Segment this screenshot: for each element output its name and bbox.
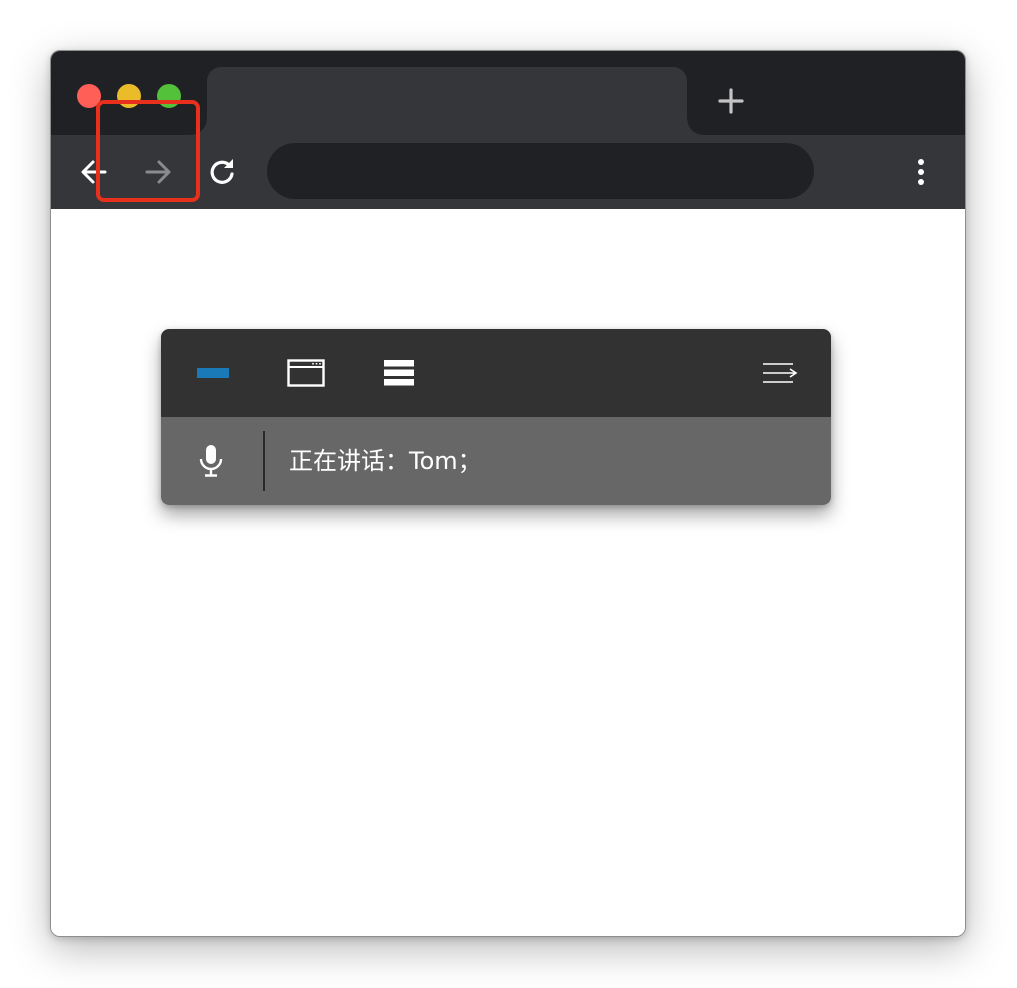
minimize-window-button[interactable]	[117, 84, 141, 108]
browser-tab[interactable]	[191, 67, 703, 135]
window-icon	[287, 359, 325, 387]
new-tab-button[interactable]	[715, 85, 747, 117]
panel-status-bar: 正在讲话：Tom；	[161, 417, 831, 505]
reload-button[interactable]	[206, 155, 240, 189]
page-content: 正在讲话：Tom；	[51, 209, 965, 936]
minimize-icon	[197, 368, 229, 378]
list-icon	[384, 360, 414, 386]
speaking-status-text: 正在讲话：Tom；	[289, 447, 482, 475]
plus-icon	[718, 88, 744, 114]
more-vertical-icon	[918, 159, 924, 185]
panel-toolbar	[161, 329, 831, 417]
back-button[interactable]	[77, 155, 111, 189]
arrow-right-icon	[145, 160, 171, 184]
collapse-menu-button[interactable]	[757, 351, 803, 395]
list-mode-button[interactable]	[376, 351, 422, 395]
reload-icon	[210, 159, 234, 184]
close-window-button[interactable]	[77, 84, 101, 108]
browser-menu-button[interactable]	[911, 155, 931, 189]
floating-meeting-panel: 正在讲话：Tom；	[161, 329, 831, 505]
collapse-menu-icon	[763, 363, 798, 383]
browser-window: 正在讲话：Tom；	[50, 50, 966, 937]
maximize-window-button[interactable]	[157, 84, 181, 108]
tab-bar	[51, 51, 965, 135]
status-divider	[263, 431, 265, 491]
browser-toolbar	[51, 135, 965, 209]
microphone-button[interactable]	[191, 441, 231, 481]
forward-button[interactable]	[141, 155, 175, 189]
window-mode-button[interactable]	[283, 351, 329, 395]
address-bar[interactable]	[267, 143, 814, 199]
minimize-panel-button[interactable]	[190, 351, 236, 395]
microphone-icon	[199, 445, 223, 477]
arrow-left-icon	[81, 160, 107, 184]
